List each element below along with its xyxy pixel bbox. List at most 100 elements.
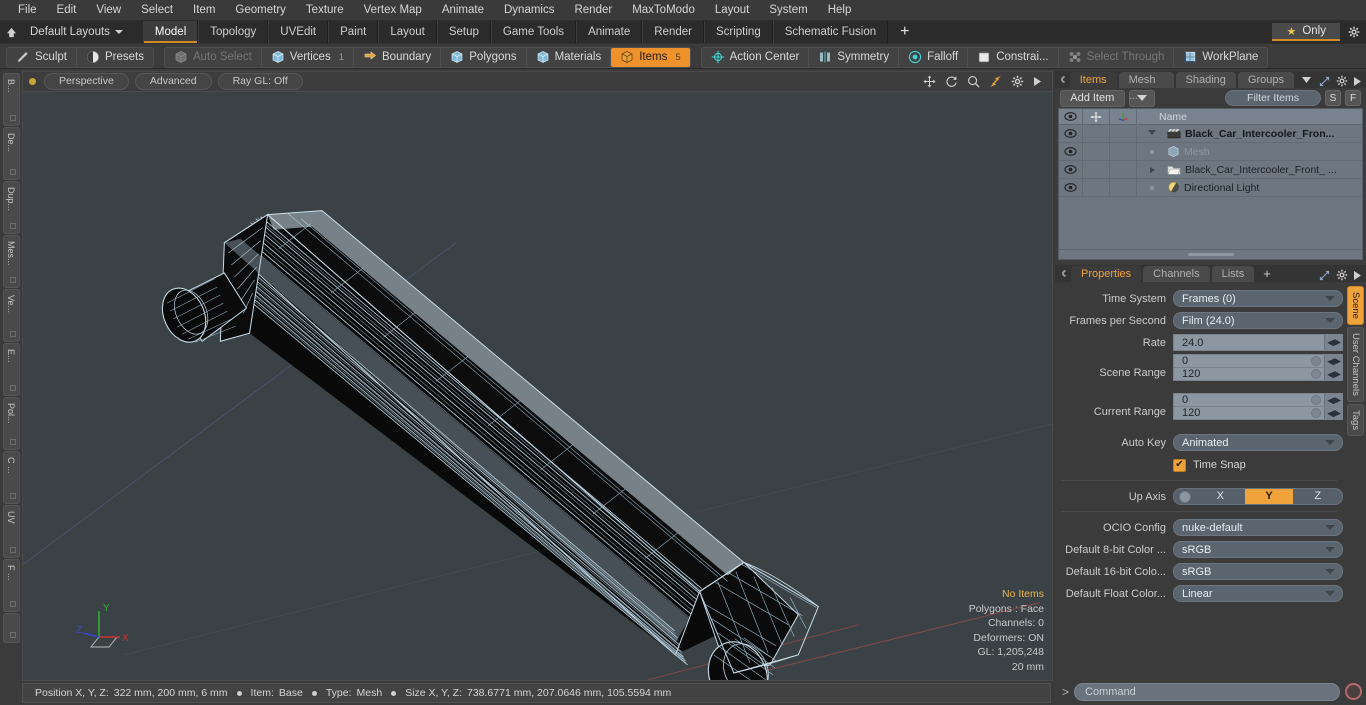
time-system-dropdown[interactable]: Frames (0) xyxy=(1173,290,1343,307)
menu-item-geometry[interactable]: Geometry xyxy=(225,0,296,21)
tab-game-tools[interactable]: Game Tools xyxy=(490,21,577,43)
side-tab-scene[interactable]: Scene xyxy=(1347,286,1364,325)
menu-item-texture[interactable]: Texture xyxy=(296,0,354,21)
viewport-3d[interactable]: Y X Z No Items Polygons : Face Channels:… xyxy=(22,91,1053,681)
scene-range-end-spinner[interactable]: ◀▶ xyxy=(1324,368,1342,380)
tab-paint[interactable]: Paint xyxy=(328,21,379,43)
tab-mesh[interactable]: Mesh ... xyxy=(1118,72,1174,102)
row-move-cell[interactable] xyxy=(1083,178,1110,197)
menu-item-dynamics[interactable]: Dynamics xyxy=(494,0,564,21)
tree-item-mesh-object[interactable]: Black_Car_Intercooler_Front_ ... xyxy=(1137,164,1362,176)
menu-item-help[interactable]: Help xyxy=(818,0,862,21)
current-range-end-spinner[interactable]: ◀▶ xyxy=(1324,407,1342,419)
tabs-overflow-icon[interactable] xyxy=(1296,72,1317,88)
tab-lists[interactable]: Lists xyxy=(1211,266,1255,282)
panel-menu-icon[interactable] xyxy=(1059,71,1070,88)
rotate-icon[interactable] xyxy=(945,75,958,88)
left-rail-tab-8[interactable]: UV xyxy=(2,505,20,558)
tab-topology[interactable]: Topology xyxy=(198,21,269,43)
gear-icon[interactable] xyxy=(1336,75,1348,87)
row-axis-cell[interactable] xyxy=(1110,124,1137,143)
menu-item-maxtomodo[interactable]: MaxToModo xyxy=(622,0,705,21)
row-move-cell[interactable] xyxy=(1083,160,1110,179)
up-axis-option-y[interactable]: Y xyxy=(1244,489,1294,504)
scene-range-end-knob[interactable] xyxy=(1311,369,1321,379)
tree-item-mesh[interactable]: Mesh xyxy=(1137,145,1362,158)
scene-range-start-spinner[interactable]: ◀▶ xyxy=(1324,355,1342,367)
menu-item-edit[interactable]: Edit xyxy=(47,0,87,21)
tree-item-directional-light[interactable]: Directional Light xyxy=(1137,181,1362,194)
side-tab-tags[interactable]: Tags xyxy=(1347,403,1364,436)
tree-item-scene-root[interactable]: Black_Car_Intercooler_Fron... xyxy=(1137,128,1362,140)
default-layouts-menu[interactable]: Default Layouts xyxy=(22,26,131,38)
row-visibility-toggle[interactable] xyxy=(1059,124,1083,143)
tab-items[interactable]: Items xyxy=(1069,72,1117,88)
tab-model[interactable]: Model xyxy=(142,21,199,43)
side-tab-user-channels[interactable]: User Channels xyxy=(1347,326,1364,402)
scene-range-end-input[interactable]: 120 ◀▶ xyxy=(1173,367,1343,381)
table-row[interactable]: Black_Car_Intercooler_Fron... xyxy=(1059,124,1362,143)
viewport-raygl-button[interactable]: Ray GL: Off xyxy=(217,73,303,90)
vertices-button[interactable]: Vertices 1 xyxy=(262,47,355,67)
menu-item-animate[interactable]: Animate xyxy=(432,0,494,21)
scene-range-start-knob[interactable] xyxy=(1311,356,1321,366)
zoom-icon[interactable] xyxy=(967,75,980,88)
action-center-button[interactable]: Action Center xyxy=(702,47,810,67)
left-rail-tab-4[interactable]: Ve... xyxy=(2,289,20,342)
fps-dropdown[interactable]: Film (24.0) xyxy=(1173,312,1343,329)
expand-icon[interactable] xyxy=(1319,270,1330,281)
command-record-button[interactable] xyxy=(1345,683,1362,700)
command-input[interactable]: Command xyxy=(1074,682,1340,701)
add-properties-tab-button[interactable]: + xyxy=(1256,266,1278,282)
rate-spinner[interactable]: ◀▶ xyxy=(1324,335,1342,350)
default-8bit-color-dropdown[interactable]: sRGB xyxy=(1173,541,1343,558)
tab-shading[interactable]: Shading xyxy=(1175,72,1236,88)
viewport-projection-button[interactable]: Perspective xyxy=(44,73,129,90)
scene-range-start-input[interactable]: 0 ◀▶ xyxy=(1173,354,1343,367)
up-axis-radio-knob[interactable] xyxy=(1179,490,1191,503)
row-axis-cell[interactable] xyxy=(1110,160,1137,179)
constraint-button[interactable]: Constrai... xyxy=(968,47,1059,67)
row-visibility-toggle[interactable] xyxy=(1059,178,1083,197)
gear-icon[interactable] xyxy=(1011,75,1024,88)
left-rail-tab-extra[interactable] xyxy=(2,613,20,643)
row-visibility-toggle[interactable] xyxy=(1059,160,1083,179)
row-move-cell[interactable] xyxy=(1083,124,1110,143)
only-toggle[interactable]: ★ Only xyxy=(1272,23,1340,41)
current-range-start-spinner[interactable]: ◀▶ xyxy=(1324,394,1342,406)
presets-button[interactable]: Presets xyxy=(77,48,153,67)
materials-button[interactable]: Materials xyxy=(527,47,612,67)
menu-item-file[interactable]: File xyxy=(8,0,47,21)
expander-down-icon[interactable] xyxy=(1141,129,1163,138)
left-rail-tab-7[interactable]: C ... xyxy=(2,451,20,504)
menu-item-item[interactable]: Item xyxy=(183,0,225,21)
auto-key-dropdown[interactable]: Animated xyxy=(1173,434,1343,451)
tab-schematic-fusion[interactable]: Schematic Fusion xyxy=(772,21,889,43)
viewport-shading-button[interactable]: Advanced xyxy=(134,73,212,90)
filter-s-button[interactable]: S xyxy=(1325,90,1341,106)
table-row[interactable]: Mesh xyxy=(1059,142,1362,161)
tab-animate[interactable]: Animate xyxy=(576,21,643,43)
fit-icon[interactable] xyxy=(989,75,1002,88)
add-tab-button[interactable]: + xyxy=(888,24,921,40)
default-float-color-dropdown[interactable]: Linear xyxy=(1173,585,1343,602)
row-axis-cell[interactable] xyxy=(1110,178,1137,197)
tab-properties[interactable]: Properties xyxy=(1071,266,1142,282)
panel-more-icon[interactable] xyxy=(1354,270,1361,280)
default-16bit-color-dropdown[interactable]: sRGB xyxy=(1173,563,1343,580)
filter-items-input[interactable]: Filter Items xyxy=(1225,90,1321,106)
boundary-button[interactable]: Boundary xyxy=(354,47,442,67)
left-rail-tab-6[interactable]: Pol... xyxy=(2,397,20,450)
up-axis-option-x[interactable]: X xyxy=(1196,489,1245,504)
item-tree[interactable]: Name Black_Car_Intercooler_Fron... Mesh … xyxy=(1058,108,1363,260)
row-move-cell[interactable] xyxy=(1083,142,1110,161)
falloff-button[interactable]: Falloff xyxy=(899,47,969,67)
up-axis-option-z[interactable]: Z xyxy=(1293,489,1342,504)
menu-item-layout[interactable]: Layout xyxy=(705,0,760,21)
filter-f-button[interactable]: F xyxy=(1345,90,1361,106)
menu-item-vertex-map[interactable]: Vertex Map xyxy=(354,0,432,21)
home-icon[interactable] xyxy=(0,21,22,43)
up-axis-segmented-control[interactable]: X Y Z xyxy=(1173,488,1343,505)
tab-layout[interactable]: Layout xyxy=(378,21,437,43)
left-rail-tab-2[interactable]: Dup... xyxy=(2,181,20,234)
